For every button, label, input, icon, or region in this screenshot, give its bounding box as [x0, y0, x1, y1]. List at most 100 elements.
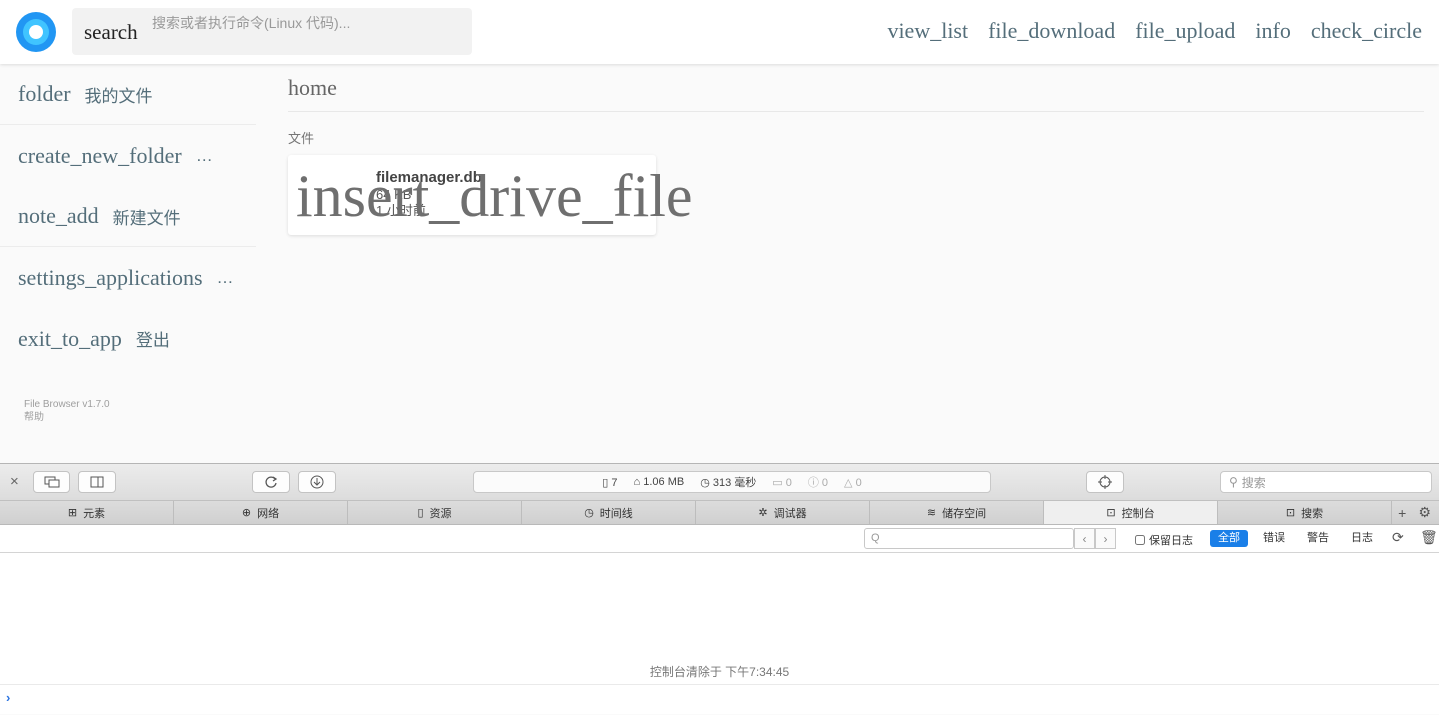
main-content: home 文件 filemanager.db 64 KB 1 小时前 inser… [288, 64, 1424, 235]
tab-storage[interactable]: ≋ 储存空间 [870, 501, 1044, 524]
tab-timeline[interactable]: ◷ 时间线 [522, 501, 696, 524]
tab-network[interactable]: ⊕ 网络 [174, 501, 348, 524]
devtools-status-summary: ▯ 7 ⌂ 1.06 MB ◷ 313 毫秒 ▭ 0 ⓘ 0 △ 0 [473, 471, 991, 493]
document-icon: ▯ [417, 507, 424, 519]
help-link[interactable]: 帮助 [24, 411, 110, 424]
plus-icon[interactable]: + [1398, 505, 1406, 521]
resource-size[interactable]: ⌂ 1.06 MB [634, 476, 685, 488]
chevron-left-icon[interactable]: ‹ [1074, 528, 1095, 549]
search-icon: search [84, 20, 138, 44]
view-list-icon[interactable]: view_list [887, 18, 968, 44]
trash-icon[interactable]: 🗑 [1420, 529, 1438, 546]
section-title: 文件 [288, 131, 315, 146]
exit-to-app-icon: exit_to_app [18, 325, 122, 351]
inspect-button[interactable] [1086, 471, 1124, 493]
console-filter-input[interactable]: Q [864, 528, 1074, 549]
logo[interactable] [16, 12, 56, 52]
console-filter-bar: Q ‹ › 保留日志 全部 错误 警告 日志 ⟳ 🗑 [0, 525, 1439, 553]
search-input[interactable] [152, 12, 452, 34]
sidebar-item-new-file[interactable]: note_add 新建文件 [0, 186, 256, 247]
file-browser-app: search view_list file_download file_uplo… [0, 0, 1439, 463]
window-icon [44, 476, 59, 488]
gear-icon[interactable]: ⚙ [1418, 504, 1431, 521]
chevron-right-icon[interactable]: › [1095, 528, 1116, 549]
warning-icon: △ [844, 476, 856, 489]
devtools-tabs: ⊞ 元素 ⊕ 网络 ▯ 资源 ◷ 时间线 ✲ 调试器 ≋ 储存空间 ⊡ 控制台 ⊡ 搜索 + ⚙ [0, 501, 1439, 525]
tab-actions: + ⚙ [1392, 501, 1437, 524]
reload-button[interactable] [252, 471, 290, 493]
download-button[interactable] [298, 471, 336, 493]
message-icon: ▭ [772, 476, 786, 489]
sidebar-item-logout[interactable]: exit_to_app 登出 [0, 308, 256, 369]
prompt-chevron-icon: › [6, 690, 11, 705]
database-icon: ≋ [926, 507, 937, 519]
settings-applications-icon: settings_applications [18, 264, 203, 290]
note-add-icon: note_add [18, 203, 99, 228]
folder-icon: folder [18, 81, 71, 106]
info-icon[interactable]: info [1255, 18, 1290, 44]
devtools-toolbar: × ▯ 7 ⌂ 1.06 MB ◷ 313 毫秒 ▭ 0 ⓘ 0 △ 0 ⚲ 搜… [0, 464, 1439, 501]
file-download-icon[interactable]: file_download [988, 18, 1115, 44]
sidebar-item-label: 登出 [135, 331, 170, 350]
console-prompt-line[interactable]: › [0, 684, 1439, 715]
download-icon [310, 475, 324, 489]
check-circle-icon[interactable]: check_circle [1311, 18, 1422, 44]
sidebar-item-label: 新建文件 [112, 208, 181, 228]
clock-icon: ◷ [584, 507, 594, 519]
resource-count[interactable]: ▯ 7 [602, 476, 617, 489]
sidebar-item-label: … [216, 267, 234, 287]
sidebar-item-label: 我的文件 [84, 86, 153, 106]
devtools-search[interactable]: ⚲ 搜索 [1220, 471, 1432, 493]
clock-icon: ◷ [700, 477, 713, 489]
file-item[interactable]: filemanager.db 64 KB 1 小时前 insert_drive_… [288, 155, 693, 235]
tab-resources[interactable]: ▯ 资源 [348, 501, 522, 524]
undock-button[interactable] [33, 471, 70, 493]
level-errors[interactable]: 错误 [1255, 530, 1293, 547]
console-icon: ⊡ [1106, 507, 1116, 519]
header: search view_list file_download file_uplo… [0, 0, 1439, 64]
tab-search[interactable]: ⊡ 搜索 [1218, 501, 1392, 524]
search-icon: ⊡ [1285, 507, 1296, 519]
console-cleared-message: 控制台清除于 下午7:34:45 [649, 665, 790, 679]
error-count[interactable]: ⓘ 0 [808, 474, 828, 490]
load-time[interactable]: ◷ 313 毫秒 [700, 474, 756, 490]
split-icon [90, 476, 104, 488]
level-warnings[interactable]: 警告 [1299, 530, 1337, 547]
weight-icon: ⌂ [633, 476, 644, 488]
warning-count[interactable]: △ 0 [844, 476, 862, 489]
preserve-log-input[interactable] [1135, 535, 1145, 545]
sidebar-item-settings[interactable]: settings_applications … [0, 247, 256, 308]
log-count[interactable]: ▭ 0 [772, 476, 792, 489]
error-icon: ⓘ [807, 477, 822, 489]
network-icon: ⊕ [241, 507, 252, 519]
devtools-panel: × ▯ 7 ⌂ 1.06 MB ◷ 313 毫秒 ▭ 0 ⓘ 0 △ 0 ⚲ 搜… [0, 463, 1439, 714]
credits: File Browser v1.7.0 帮助 [24, 398, 110, 424]
bug-icon: ✲ [758, 507, 768, 519]
preserve-log-label: 保留日志 [1149, 535, 1193, 547]
elements-icon: ⊞ [67, 507, 78, 519]
breadcrumb[interactable]: home [288, 64, 1424, 112]
create-new-folder-icon: create_new_folder [18, 142, 182, 168]
tab-debugger[interactable]: ✲ 调试器 [696, 501, 870, 524]
sidebar-item-new-folder[interactable]: create_new_folder … [0, 125, 256, 186]
refresh-icon[interactable]: ⟳ [1392, 529, 1404, 546]
version-text[interactable]: File Browser v1.7.0 [24, 398, 110, 411]
level-logs[interactable]: 日志 [1343, 530, 1381, 547]
sidebar-item-my-files[interactable]: folder 我的文件 [0, 64, 256, 125]
insert-drive-file-icon: insert_drive_file [296, 163, 693, 229]
crosshair-icon [1098, 475, 1112, 489]
search-icon: ⚲ [1229, 475, 1238, 489]
preserve-log-checkbox[interactable]: 保留日志 [1135, 532, 1193, 548]
tab-elements[interactable]: ⊞ 元素 [0, 501, 174, 524]
devtools-search-placeholder: 搜索 [1241, 475, 1266, 490]
sidebar: folder 我的文件 create_new_folder … note_add… [0, 64, 256, 423]
dock-side-button[interactable] [78, 471, 116, 493]
level-all[interactable]: 全部 [1210, 530, 1248, 547]
file-upload-icon[interactable]: file_upload [1135, 18, 1235, 44]
search-box[interactable]: search [72, 8, 472, 55]
tab-console[interactable]: ⊡ 控制台 [1044, 501, 1218, 524]
header-actions: view_list file_download file_upload info… [887, 18, 1422, 44]
close-icon[interactable]: × [10, 473, 19, 490]
reload-icon [265, 476, 278, 488]
sidebar-item-label: … [195, 145, 213, 165]
